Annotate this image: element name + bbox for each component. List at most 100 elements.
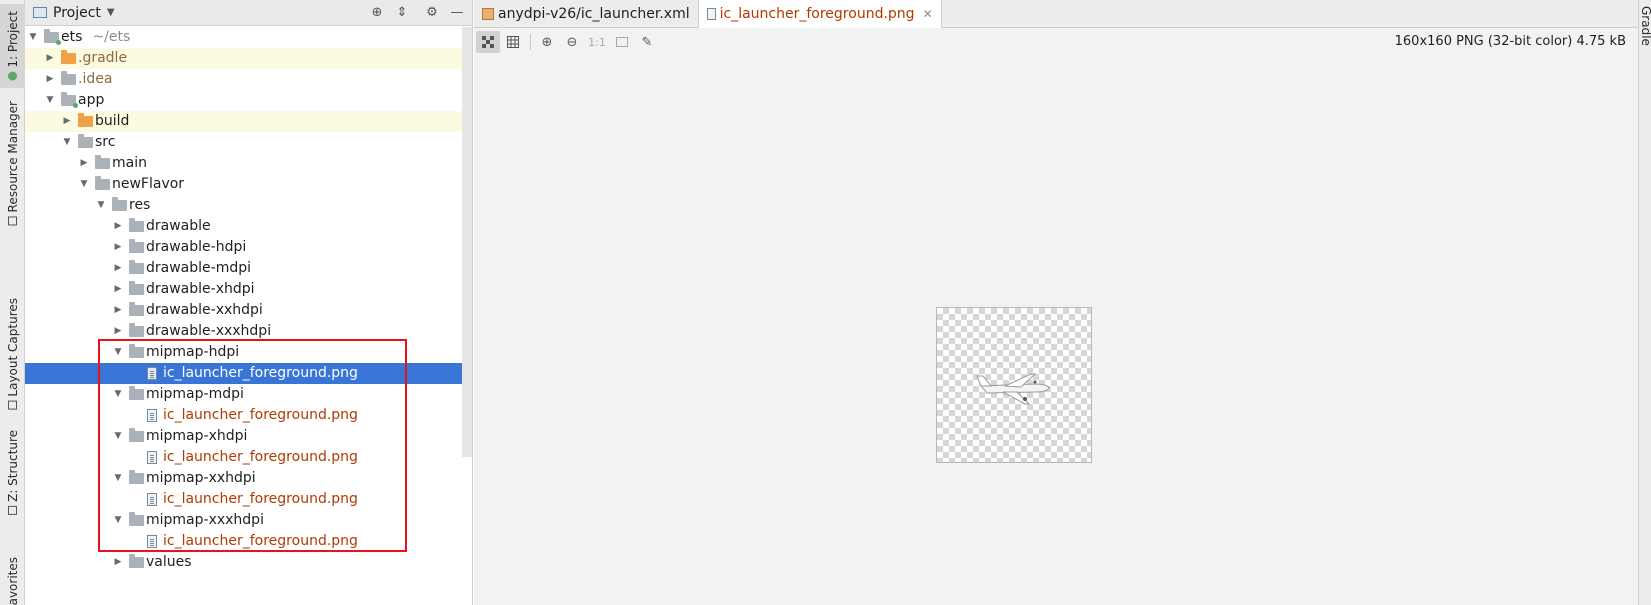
tool-tab-layout-captures[interactable]: Layout Captures (0, 298, 25, 410)
tree-item-main[interactable]: ▶ main (25, 153, 462, 174)
tree-item-label: mipmap-xhdpi (146, 428, 248, 444)
tree-item-label: drawable-hdpi (146, 239, 247, 255)
expanded-arrow-icon[interactable]: ▼ (95, 195, 107, 216)
collapsed-arrow-icon[interactable]: ▶ (112, 552, 124, 573)
tree-item-newflavor[interactable]: ▼ newFlavor (25, 174, 462, 195)
tool-tab-layout-captures-label: Layout Captures (5, 298, 20, 397)
collapsed-arrow-icon[interactable]: ▶ (44, 48, 56, 69)
tree-item-ets[interactable]: ▼ ets ~/ets (25, 27, 462, 48)
tree-item-drawable-mdpi[interactable]: ▶ drawable-mdpi (25, 258, 462, 279)
tree-item-values[interactable]: ▶ values (25, 552, 462, 573)
tree-item-mipmap-mdpi[interactable]: ▼ mipmap-mdpi (25, 384, 462, 405)
expanded-arrow-icon[interactable]: ▼ (112, 342, 124, 363)
tab-ic-launcher-foreground-png[interactable]: ic_launcher_foreground.png ✕ (698, 0, 942, 28)
folder-icon (129, 302, 144, 316)
collapsed-arrow-icon[interactable]: ▶ (78, 153, 90, 174)
tree-item-ic-launcher-foreground-hdpi[interactable]: ic_launcher_foreground.png (25, 363, 462, 384)
collapsed-arrow-icon[interactable]: ▶ (112, 279, 124, 300)
tree-item-drawable-xhdpi[interactable]: ▶ drawable-xhdpi (25, 279, 462, 300)
tree-item-ic-launcher-foreground-xxhdpi[interactable]: ic_launcher_foreground.png (25, 489, 462, 510)
tool-tab-project[interactable]: 1: Project (0, 4, 25, 88)
tool-tab-project-label: 1: Project (5, 11, 20, 68)
module-folder-icon (44, 29, 61, 45)
locate-icon[interactable]: ⊕ (369, 5, 385, 21)
tree-item-label: build (95, 113, 130, 129)
tree-item-res[interactable]: ▼ res (25, 195, 462, 216)
tree-item-idea[interactable]: ▶ .idea (25, 69, 462, 90)
left-tool-stripe: 1: Project Resource Manager Layout Captu… (0, 0, 25, 605)
project-panel-header: Project ▼ ⊕ ⇕ ⚙ — (25, 0, 472, 26)
expanded-arrow-icon[interactable]: ▼ (78, 174, 90, 195)
folder-icon (129, 386, 144, 400)
tab-ic-launcher-xml[interactable]: anydpi-v26/ic_launcher.xml (474, 0, 699, 28)
tool-tab-resource-manager-label: Resource Manager (5, 100, 20, 213)
expanded-arrow-icon[interactable]: ▼ (112, 510, 124, 531)
tree-item-drawable-xxhdpi[interactable]: ▶ drawable-xxhdpi (25, 300, 462, 321)
tree-item-mipmap-xxxhdpi[interactable]: ▼ mipmap-xxxhdpi (25, 510, 462, 531)
actual-size-button[interactable]: 1:1 (585, 31, 609, 53)
image-file-icon (147, 535, 157, 548)
minimize-icon[interactable]: — (449, 5, 465, 21)
fit-zoom-icon[interactable] (610, 31, 634, 53)
tree-item-drawable-xxxhdpi[interactable]: ▶ drawable-xxxhdpi (25, 321, 462, 342)
tree-item-label: ic_launcher_foreground.png (163, 407, 358, 423)
tree-item-mipmap-xxhdpi[interactable]: ▼ mipmap-xxhdpi (25, 468, 462, 489)
tree-item-mipmap-hdpi[interactable]: ▼ mipmap-hdpi (25, 342, 462, 363)
tree-item-label: res (129, 197, 151, 213)
tree-item-build[interactable]: ▶ build (25, 111, 462, 132)
grid-icon[interactable] (501, 31, 525, 53)
tool-tab-resource-manager[interactable]: Resource Manager (0, 98, 25, 228)
tree-item-label: drawable-xxxhdpi (146, 323, 272, 339)
expanded-arrow-icon[interactable]: ▼ (112, 384, 124, 405)
color-picker-icon[interactable]: ✎ (635, 31, 659, 53)
close-icon[interactable]: ✕ (923, 7, 933, 21)
zoom-in-icon[interactable]: ⊕ (535, 31, 559, 53)
chessboard-icon[interactable] (476, 31, 500, 53)
tree-item-drawable[interactable]: ▶ drawable (25, 216, 462, 237)
tree-scrollbar[interactable] (462, 27, 472, 457)
expanded-arrow-icon[interactable]: ▼ (112, 426, 124, 447)
tool-tab-favorites-label: avorites (5, 556, 20, 605)
folder-icon (95, 155, 110, 169)
chevron-down-icon[interactable]: ▼ (107, 7, 115, 18)
collapse-all-icon[interactable]: ⇕ (394, 5, 410, 21)
tree-item-ic-launcher-foreground-xhdpi[interactable]: ic_launcher_foreground.png (25, 447, 462, 468)
gear-icon[interactable]: ⚙ (424, 5, 440, 21)
tool-tab-structure[interactable]: Z: Structure (0, 428, 25, 516)
collapsed-arrow-icon[interactable]: ▶ (112, 300, 124, 321)
tree-item-label: app (78, 92, 105, 108)
collapsed-arrow-icon[interactable]: ▶ (112, 258, 124, 279)
image-preview (936, 307, 1092, 463)
expanded-arrow-icon[interactable]: ▼ (44, 90, 56, 111)
tool-tab-favorites[interactable]: avorites (0, 530, 25, 605)
zoom-out-icon[interactable]: ⊖ (560, 31, 584, 53)
tree-item-drawable-hdpi[interactable]: ▶ drawable-hdpi (25, 237, 462, 258)
image-toolbar: ⊕ ⊖ 1:1 ✎ 160x160 PNG (32-bit color) 4.7… (474, 28, 1638, 56)
expanded-arrow-icon[interactable]: ▼ (112, 468, 124, 489)
collapsed-arrow-icon[interactable]: ▶ (112, 216, 124, 237)
toolbar-separator (530, 34, 531, 50)
collapsed-arrow-icon[interactable]: ▶ (112, 237, 124, 258)
tree-item-app[interactable]: ▼ app (25, 90, 462, 111)
expanded-arrow-icon[interactable]: ▼ (61, 132, 73, 153)
folder-icon (129, 512, 144, 526)
image-info: 160x160 PNG (32-bit color) 4.75 kB (1394, 34, 1626, 49)
airplane-image (976, 373, 1050, 405)
project-icon (8, 71, 17, 81)
collapsed-arrow-icon[interactable]: ▶ (112, 321, 124, 342)
tree-item-mipmap-xhdpi[interactable]: ▼ mipmap-xhdpi (25, 426, 462, 447)
collapsed-arrow-icon[interactable]: ▶ (61, 111, 73, 132)
tab-label: anydpi-v26/ic_launcher.xml (498, 6, 690, 22)
tree-item-label: mipmap-mdpi (146, 386, 244, 402)
expanded-arrow-icon[interactable]: ▼ (27, 27, 39, 48)
tree-item-label: mipmap-xxhdpi (146, 470, 256, 486)
tree-item-gradle[interactable]: ▶ .gradle (25, 48, 462, 69)
collapsed-arrow-icon[interactable]: ▶ (44, 69, 56, 90)
tool-tab-gradle[interactable]: Gradle (1639, 6, 1651, 46)
folder-icon (95, 176, 110, 190)
project-panel-title[interactable]: Project (53, 5, 101, 21)
tree-item-src[interactable]: ▼ src (25, 132, 462, 153)
tree-item-ic-launcher-foreground-mdpi[interactable]: ic_launcher_foreground.png (25, 405, 462, 426)
tree-item-ic-launcher-foreground-xxxhdpi[interactable]: ic_launcher_foreground.png (25, 531, 462, 552)
tree-item-label: mipmap-xxxhdpi (146, 512, 264, 528)
